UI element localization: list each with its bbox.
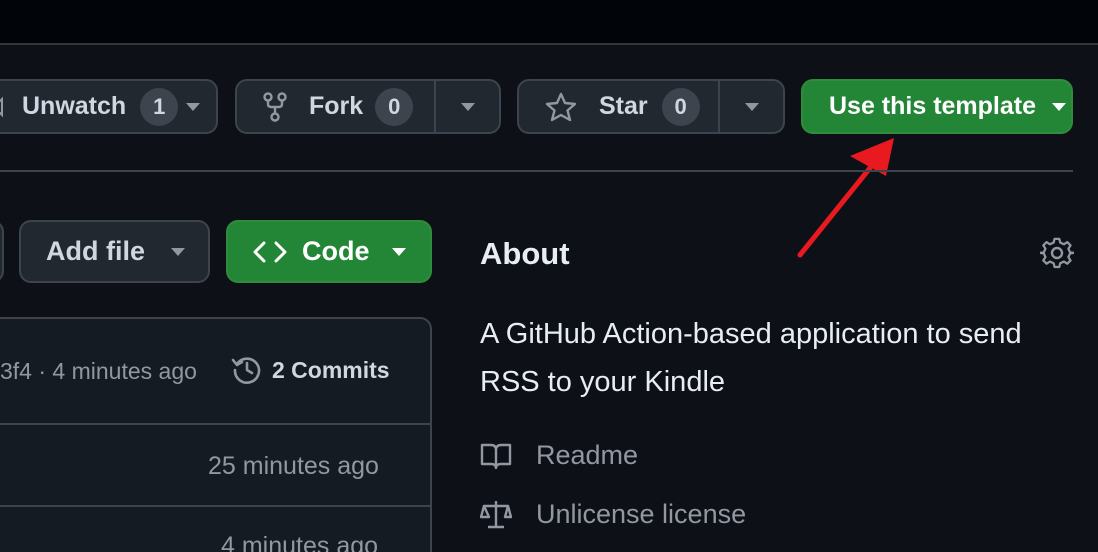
file-row-time: 4 minutes ago: [221, 532, 379, 552]
readme-label: Readme: [536, 440, 639, 470]
star-icon: [545, 92, 577, 122]
chevron-down-icon: [171, 247, 185, 256]
latest-commit-info: 3f4 · 4 minutes ago: [0, 358, 197, 385]
law-scale-icon: [480, 501, 512, 529]
use-template-label: Use this template: [829, 92, 1037, 120]
fork-button[interactable]: Fork 0: [237, 81, 434, 132]
fork-label: Fork: [309, 92, 364, 120]
chevron-down-icon: [391, 247, 406, 256]
fork-count: 0: [375, 87, 414, 126]
star-button[interactable]: Star 0: [519, 81, 718, 132]
fork-icon: [261, 91, 289, 122]
row-divider: [0, 423, 430, 425]
chevron-down-icon: [744, 102, 759, 111]
annotation-arrow-icon: [797, 138, 894, 258]
chevron-down-icon: [460, 102, 475, 111]
repo-description: A GitHub Action-based application to sen…: [480, 318, 1022, 398]
code-icon: [253, 240, 287, 264]
code-button[interactable]: Code: [226, 220, 432, 283]
unwatch-button[interactable]: Unwatch 1: [0, 79, 218, 134]
license-link[interactable]: Unlicense license: [480, 498, 746, 530]
commits-count-label: 2 Commits: [272, 356, 390, 383]
file-row-time: 25 minutes ago: [208, 452, 379, 480]
readme-link[interactable]: Readme: [480, 440, 638, 471]
star-label: Star: [599, 92, 648, 120]
use-template-button[interactable]: Use this template: [801, 79, 1073, 134]
license-label: Unlicense license: [536, 498, 747, 529]
chevron-down-icon: [1052, 102, 1067, 111]
row-divider: [0, 505, 430, 507]
branch-button[interactable]: [0, 220, 4, 283]
fork-button-group[interactable]: Fork 0: [235, 79, 501, 134]
commit-hash[interactable]: 3f4: [0, 358, 32, 384]
star-count: 0: [661, 87, 700, 126]
add-file-label: Add file: [46, 236, 145, 266]
star-button-group[interactable]: Star 0: [517, 79, 785, 134]
commits-link[interactable]: 2 Commits: [231, 354, 390, 386]
star-dropdown[interactable]: [718, 81, 783, 132]
header-divider: [0, 170, 1073, 172]
unwatch-dropdown[interactable]: [170, 81, 216, 132]
chevron-down-icon: [186, 102, 200, 111]
history-icon: [231, 354, 263, 386]
book-icon: [480, 443, 512, 469]
code-label: Code: [302, 236, 370, 266]
commit-time: · 4 minutes ago: [38, 358, 197, 384]
add-file-button[interactable]: Add file: [19, 220, 210, 283]
unwatch-label: Unwatch: [22, 92, 127, 120]
top-bar: [0, 0, 1098, 45]
file-list-panel: [0, 317, 432, 552]
about-heading: About: [480, 236, 570, 271]
fork-dropdown[interactable]: [434, 81, 499, 132]
eye-icon: [0, 95, 16, 119]
gear-icon[interactable]: [1038, 236, 1075, 270]
